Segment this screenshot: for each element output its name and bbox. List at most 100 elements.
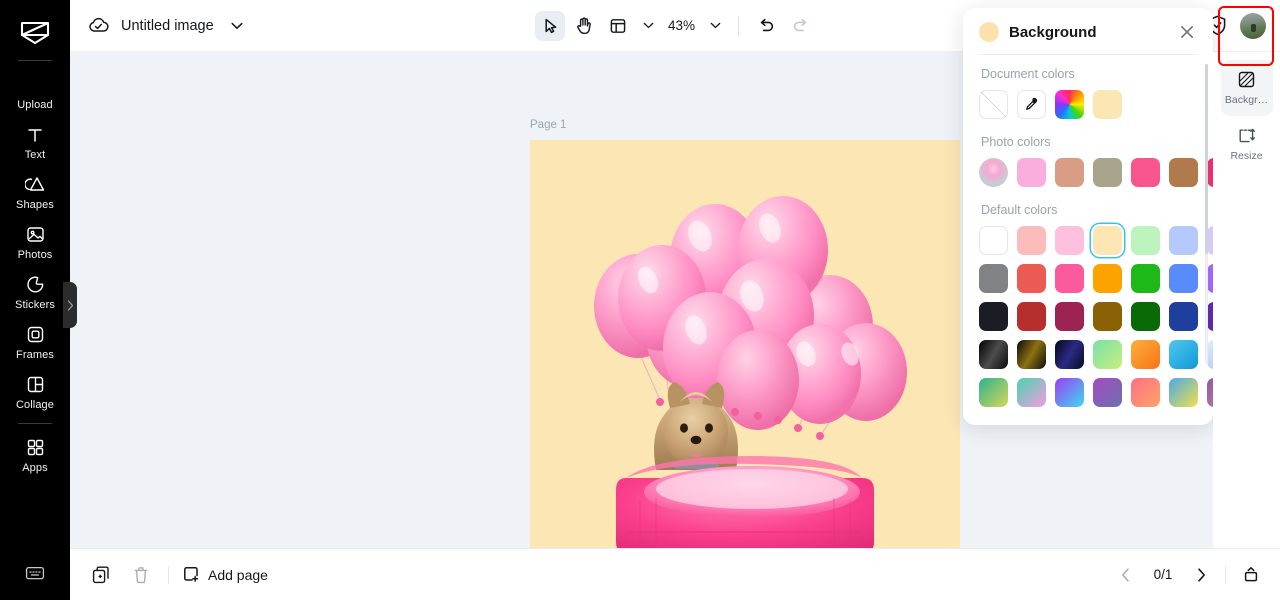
- sidebar-collapse-handle[interactable]: [63, 282, 77, 328]
- sidebar-item-stickers[interactable]: Stickers: [0, 267, 70, 317]
- close-icon[interactable]: [1177, 22, 1197, 42]
- swatch-pastel-cream[interactable]: [1093, 226, 1122, 255]
- chevron-right-icon: [67, 299, 74, 311]
- swatch-gold-black-gradient[interactable]: [1017, 340, 1046, 369]
- swatch-maroon-pink[interactable]: [1055, 302, 1084, 331]
- sidebar-item-shapes[interactable]: Shapes: [0, 167, 70, 217]
- swatch-photo-khaki-grey[interactable]: [1093, 158, 1122, 187]
- swatch-near-black[interactable]: [979, 302, 1008, 331]
- hand-tool-button[interactable]: [569, 11, 599, 41]
- sidebar-item-frames[interactable]: Frames: [0, 317, 70, 367]
- page-view-icon: [1242, 566, 1260, 584]
- select-tool-button[interactable]: [534, 10, 565, 41]
- undo-icon: [758, 18, 775, 33]
- photo-colors-row: [979, 158, 1236, 187]
- sidebar-item-label: Collage: [15, 398, 54, 411]
- avatar[interactable]: [1240, 12, 1266, 39]
- rail-divider-top: [18, 60, 52, 61]
- sidebar-item-upload[interactable]: Upload: [0, 67, 70, 117]
- prev-page-button[interactable]: [1113, 563, 1137, 587]
- delete-page-button[interactable]: [128, 562, 154, 588]
- zoom-level-value[interactable]: 43%: [663, 18, 700, 33]
- zoom-chevron-down-icon[interactable]: [704, 15, 726, 37]
- swatch-purple-cyan-gradient[interactable]: [1055, 378, 1084, 407]
- next-page-button[interactable]: [1189, 563, 1213, 587]
- redo-button[interactable]: [785, 11, 815, 41]
- swatch-teal-yellow-gradient[interactable]: [979, 378, 1008, 407]
- swatch-pink[interactable]: [1055, 264, 1084, 293]
- swatch-photo-salmon-tan[interactable]: [1055, 158, 1084, 187]
- swatch-photo-thumbnail[interactable]: [979, 158, 1008, 187]
- swatch-color-wheel[interactable]: [1055, 90, 1084, 119]
- swatch-orange-gradient[interactable]: [1131, 340, 1160, 369]
- swatch-photo-hot-pink[interactable]: [1131, 158, 1160, 187]
- duplicate-page-button[interactable]: [88, 562, 114, 588]
- keyboard-icon: [25, 565, 45, 581]
- keyboard-shortcuts-button[interactable]: [0, 546, 70, 600]
- swatch-white[interactable]: [979, 226, 1008, 255]
- layout-tool-button[interactable]: [603, 11, 633, 41]
- default-colors-label: Default colors: [981, 203, 1058, 217]
- swatch-brick-red[interactable]: [1017, 302, 1046, 331]
- swatch-no-color[interactable]: [979, 90, 1008, 119]
- cloud-saved-icon[interactable]: [88, 17, 109, 34]
- bottom-divider-2: [1225, 565, 1226, 584]
- swatch-green-lime-gradient[interactable]: [1093, 340, 1122, 369]
- bottom-divider: [168, 565, 169, 584]
- swatch-sky-blue-gradient[interactable]: [1169, 340, 1198, 369]
- swatch-document-cream[interactable]: [1093, 90, 1122, 119]
- swatch-eyedropper[interactable]: [1017, 90, 1046, 119]
- swatch-mint-pink-gradient[interactable]: [1017, 378, 1046, 407]
- sidebar-item-label: Shapes: [16, 198, 54, 211]
- swatch-navy-gradient[interactable]: [1055, 340, 1084, 369]
- swatch-green[interactable]: [1131, 264, 1160, 293]
- swatch-photo-brown[interactable]: [1169, 158, 1198, 187]
- canvas-page[interactable]: [530, 140, 960, 548]
- page-view-button[interactable]: [1238, 562, 1264, 588]
- layout-chevron-down-icon[interactable]: [637, 15, 659, 37]
- panel-scrollbar[interactable]: [1205, 64, 1208, 364]
- document-colors-row: [979, 90, 1197, 119]
- swatch-coral-red[interactable]: [1017, 264, 1046, 293]
- swatch-pastel-green[interactable]: [1131, 226, 1160, 255]
- swatch-pastel-red[interactable]: [1017, 226, 1046, 255]
- swatch-pastel-pink[interactable]: [1055, 226, 1084, 255]
- swatch-blue-yellow-gradient[interactable]: [1169, 378, 1198, 407]
- sidebar-item-photos[interactable]: Photos: [0, 217, 70, 267]
- sidebar-item-apps[interactable]: Apps: [0, 430, 70, 480]
- chevron-down-icon[interactable]: [226, 15, 248, 37]
- photo-dog-with-balloons[interactable]: [530, 140, 960, 548]
- photo-artwork: [594, 196, 907, 548]
- shapes-icon: [24, 174, 46, 196]
- background-color-preview[interactable]: [979, 22, 999, 42]
- swatch-photo-light-pink[interactable]: [1017, 158, 1046, 187]
- sidebar-item-label: Apps: [22, 461, 48, 474]
- right-item-label: Backgr…: [1224, 94, 1269, 106]
- swatch-navy-blue[interactable]: [1169, 302, 1198, 331]
- layout-icon: [610, 18, 626, 34]
- default-colors-grid: [979, 226, 1236, 407]
- toolbar-divider: [738, 15, 740, 36]
- swatch-grey[interactable]: [979, 264, 1008, 293]
- sidebar-item-text[interactable]: Text: [0, 117, 70, 167]
- sidebar-item-collage[interactable]: Collage: [0, 367, 70, 417]
- sidebar-item-label: Text: [24, 148, 46, 161]
- undo-button[interactable]: [751, 11, 781, 41]
- swatch-dark-green[interactable]: [1131, 302, 1160, 331]
- panel-scrollbar-thumb[interactable]: [1205, 64, 1208, 254]
- redo-icon: [792, 18, 809, 33]
- swatch-pastel-blue[interactable]: [1169, 226, 1198, 255]
- right-sidebar: Backgr… Resize: [1213, 52, 1280, 548]
- right-item-background[interactable]: Backgr…: [1220, 60, 1273, 116]
- right-item-resize[interactable]: Resize: [1221, 116, 1273, 172]
- swatch-orange[interactable]: [1093, 264, 1122, 293]
- swatch-dark-gold[interactable]: [1093, 302, 1122, 331]
- swatch-coral-peach-gradient[interactable]: [1131, 378, 1160, 407]
- add-page-label: Add page: [208, 566, 268, 583]
- document-title[interactable]: Untitled image: [121, 18, 214, 34]
- add-page-button[interactable]: Add page: [183, 566, 268, 583]
- swatch-black-gradient[interactable]: [979, 340, 1008, 369]
- swatch-magenta-slate-gradient[interactable]: [1093, 378, 1122, 407]
- swatch-blue[interactable]: [1169, 264, 1198, 293]
- butterfly-logo-icon[interactable]: [15, 16, 55, 50]
